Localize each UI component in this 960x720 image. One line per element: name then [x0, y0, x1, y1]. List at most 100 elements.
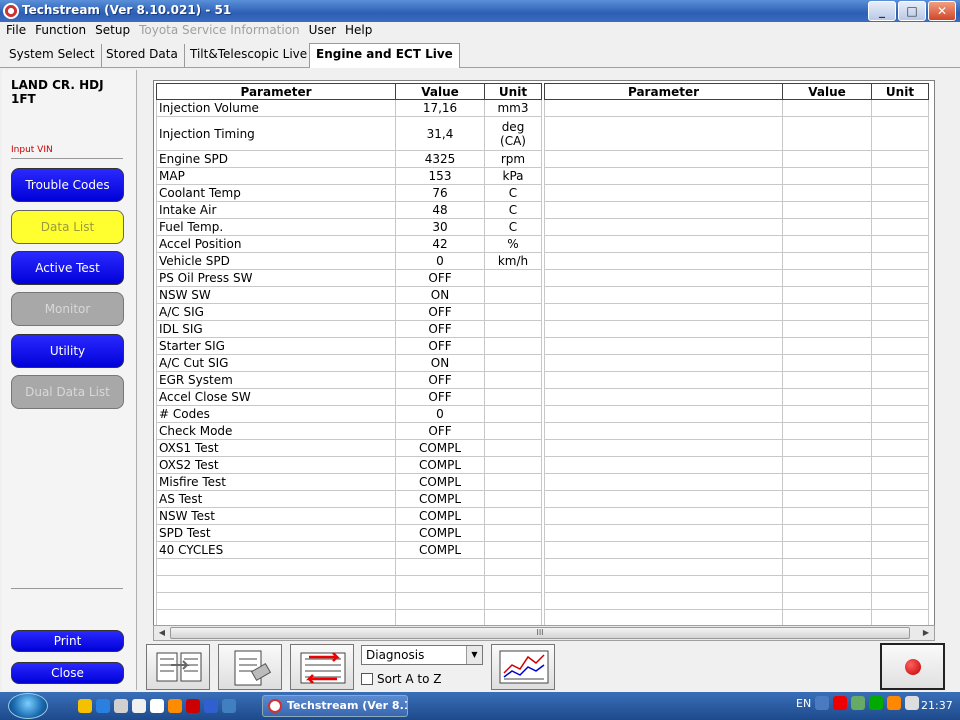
active-test-button[interactable]: Active Test — [11, 251, 124, 285]
table-row[interactable]: Fuel Temp. 30 C — [156, 218, 542, 236]
table-row[interactable] — [544, 473, 929, 491]
table-row[interactable]: Misfire Test COMPL — [156, 473, 542, 491]
table-row[interactable] — [544, 609, 929, 625]
menu-file[interactable]: File — [6, 22, 33, 40]
table-row[interactable] — [544, 150, 929, 168]
table-row[interactable]: Accel Close SW OFF — [156, 388, 542, 406]
input-vin-link[interactable]: Input VIN — [11, 145, 53, 155]
table-row[interactable]: Injection Volume 17,16 mm3 — [156, 99, 542, 117]
table-row[interactable] — [544, 218, 929, 236]
table-row[interactable]: Check Mode OFF — [156, 422, 542, 440]
column-header-parameter[interactable]: Parameter — [544, 83, 783, 100]
table-row[interactable] — [156, 609, 542, 625]
chevron-down-icon[interactable]: ▼ — [466, 646, 482, 664]
table-row[interactable]: MAP 153 kPa — [156, 167, 542, 185]
table-row[interactable]: Engine SPD 4325 rpm — [156, 150, 542, 168]
tab-engine-ect-live[interactable]: Engine and ECT Live — [309, 43, 460, 68]
table-row[interactable] — [544, 235, 929, 253]
table-row[interactable]: Injection Timing 31,4 deg (CA) — [156, 116, 542, 151]
table-row[interactable] — [544, 388, 929, 406]
table-row[interactable]: NSW SW ON — [156, 286, 542, 304]
data-list-button[interactable]: Data List — [11, 210, 124, 244]
table-row[interactable] — [544, 456, 929, 474]
table-row[interactable] — [544, 99, 929, 117]
table-row[interactable] — [544, 320, 929, 338]
graph-button[interactable] — [491, 644, 555, 690]
table-row[interactable] — [544, 354, 929, 372]
menu-function[interactable]: Function — [35, 22, 93, 40]
explorer-icon[interactable] — [78, 699, 92, 713]
table-row[interactable] — [544, 269, 929, 287]
tab-system-select[interactable]: System Select — [3, 44, 102, 67]
table-row[interactable] — [544, 184, 929, 202]
table-row[interactable]: A/C Cut SIG ON — [156, 354, 542, 372]
scroll-thumb[interactable]: III — [170, 627, 910, 639]
table-row[interactable] — [156, 558, 542, 576]
table-row[interactable]: IDL SIG OFF — [156, 320, 542, 338]
table-row[interactable]: OXS1 Test COMPL — [156, 439, 542, 457]
table-row[interactable]: # Codes 0 — [156, 405, 542, 423]
utility-button[interactable]: Utility — [11, 334, 124, 368]
maximize-button[interactable]: □ — [898, 1, 926, 21]
table-row[interactable]: Coolant Temp 76 C — [156, 184, 542, 202]
tray-o-icon[interactable] — [887, 696, 902, 710]
table-row[interactable] — [544, 524, 929, 542]
tray-app-icon[interactable] — [815, 696, 830, 710]
table-row[interactable]: A/C SIG OFF — [156, 303, 542, 321]
menu-user[interactable]: User — [309, 22, 343, 40]
tray-network-icon[interactable] — [851, 696, 866, 710]
table-row[interactable]: PS Oil Press SW OFF — [156, 269, 542, 287]
table-row[interactable]: AS Test COMPL — [156, 490, 542, 508]
table-row[interactable]: OXS2 Test COMPL — [156, 456, 542, 474]
media-player-icon[interactable] — [150, 699, 164, 713]
table-row[interactable] — [544, 439, 929, 457]
table-row[interactable] — [544, 405, 929, 423]
close-window-button[interactable]: ✕ — [928, 1, 956, 21]
snapshot-button[interactable] — [218, 644, 282, 690]
scroll-left-arrow-icon[interactable]: ◀ — [155, 627, 169, 639]
browser-icon[interactable] — [204, 699, 218, 713]
tray-skype-icon[interactable] — [869, 696, 884, 710]
table-row[interactable] — [544, 558, 929, 576]
scroll-right-arrow-icon[interactable]: ▶ — [919, 627, 933, 639]
tray-e-icon[interactable] — [833, 696, 848, 710]
table-row[interactable] — [544, 116, 929, 151]
table-row[interactable]: SPD Test COMPL — [156, 524, 542, 542]
sort-a-to-z-checkbox[interactable] — [361, 673, 373, 685]
menu-setup[interactable]: Setup — [95, 22, 137, 40]
app-icon[interactable] — [114, 699, 128, 713]
table-row[interactable]: 40 CYCLES COMPL — [156, 541, 542, 559]
table-row[interactable] — [544, 575, 929, 593]
start-button[interactable] — [8, 693, 48, 719]
table-row[interactable] — [544, 371, 929, 389]
tray-volume-icon[interactable] — [905, 696, 920, 710]
horizontal-scrollbar[interactable]: ◀ III ▶ — [153, 625, 935, 641]
data-list-table[interactable]: Parameter Value Unit Injection Volume 17,… — [153, 80, 935, 626]
table-row[interactable] — [544, 541, 929, 559]
tab-stored-data[interactable]: Stored Data — [100, 44, 185, 67]
minimize-button[interactable]: _ — [868, 1, 896, 21]
document-icon[interactable] — [132, 699, 146, 713]
language-indicator[interactable]: EN — [796, 697, 811, 710]
select-parameters-button[interactable] — [146, 644, 210, 690]
table-row[interactable]: Starter SIG OFF — [156, 337, 542, 355]
column-header-value[interactable]: Value — [395, 83, 485, 100]
menu-help[interactable]: Help — [345, 22, 379, 40]
column-header-parameter[interactable]: Parameter — [156, 83, 396, 100]
table-row[interactable] — [544, 201, 929, 219]
table-row[interactable] — [156, 575, 542, 593]
table-row[interactable]: Accel Position 42% — [156, 235, 542, 253]
table-row[interactable] — [544, 337, 929, 355]
table-row[interactable] — [544, 490, 929, 508]
table-row[interactable] — [544, 507, 929, 525]
table-row[interactable] — [544, 167, 929, 185]
table-row[interactable]: Intake Air 48 C — [156, 201, 542, 219]
sort-a-to-z-option[interactable]: Sort A to Z — [361, 672, 442, 686]
firefox-icon[interactable] — [168, 699, 182, 713]
internet-explorer-icon[interactable] — [96, 699, 110, 713]
diagnosis-dropdown[interactable]: Diagnosis ▼ — [361, 645, 483, 665]
tab-tilt-telescopic-live[interactable]: Tilt&Telescopic Live — [184, 44, 315, 67]
swap-display-button[interactable] — [290, 644, 354, 690]
table-row[interactable] — [156, 592, 542, 610]
network-icon[interactable] — [222, 699, 236, 713]
